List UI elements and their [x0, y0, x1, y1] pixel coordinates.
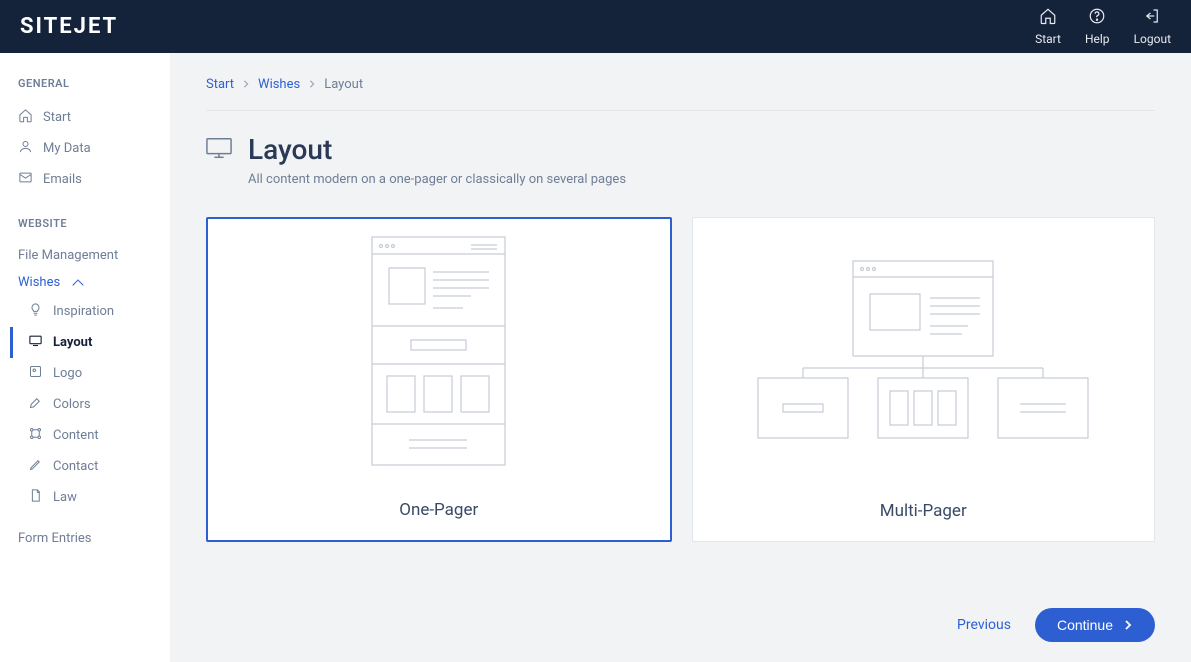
layout-options: One-Pager	[206, 217, 1155, 542]
previous-button[interactable]: Previous	[957, 617, 1011, 633]
sidebar-item-mydata[interactable]: My Data	[0, 133, 170, 164]
sidebar-item-label: Content	[53, 428, 99, 443]
continue-label: Continue	[1057, 617, 1113, 633]
sidebar-item-label: Emails	[43, 172, 82, 187]
home-icon	[1039, 7, 1057, 28]
sidebar-item-label: Inspiration	[53, 304, 114, 319]
logout-label: Logout	[1134, 32, 1171, 46]
sidebar-item-label: Law	[53, 490, 77, 505]
help-icon	[1088, 7, 1106, 28]
sidebar-item-label: File Management	[18, 248, 118, 263]
logo-icon	[28, 364, 43, 383]
sidebar-item-inspiration[interactable]: Inspiration	[10, 296, 170, 327]
breadcrumb-start[interactable]: Start	[206, 77, 234, 92]
sidebar-item-file-management[interactable]: File Management	[0, 242, 170, 269]
brand-logo: SITEJET	[20, 14, 118, 39]
sidebar-item-colors[interactable]: Colors	[10, 389, 170, 420]
sidebar-section-general: GENERAL	[0, 77, 170, 102]
start-label: Start	[1035, 32, 1061, 46]
pencil-icon	[28, 457, 43, 476]
option-one-pager[interactable]: One-Pager	[206, 217, 672, 542]
sidebar-item-label: Layout	[53, 335, 92, 350]
sidebar-item-label: My Data	[43, 141, 91, 156]
chevron-right-icon	[242, 77, 250, 92]
sidebar-item-label: Start	[43, 110, 71, 125]
sidebar-item-label: Form Entries	[18, 531, 92, 546]
wishes-submenu: Inspiration Layout Logo Colors	[0, 296, 170, 513]
page-subtitle: All content modern on a one-pager or cla…	[248, 172, 1155, 187]
continue-button[interactable]: Continue	[1035, 608, 1155, 642]
sidebar-item-contact[interactable]: Contact	[10, 451, 170, 482]
option-label: One-Pager	[399, 500, 478, 520]
wizard-footer: Previous Continue	[206, 578, 1155, 642]
multi-pager-illustration	[693, 218, 1155, 483]
sidebar-item-label: Wishes	[18, 275, 60, 290]
mail-icon	[18, 170, 33, 189]
main-content: Start Wishes Layout Layout All content m…	[170, 53, 1191, 662]
chevron-right-icon	[308, 77, 316, 92]
sidebar-item-content[interactable]: Content	[10, 420, 170, 451]
sidebar-item-logo[interactable]: Logo	[10, 358, 170, 389]
sidebar-item-law[interactable]: Law	[10, 482, 170, 513]
document-icon	[28, 488, 43, 507]
breadcrumb: Start Wishes Layout	[206, 77, 1155, 111]
help-action[interactable]: Help	[1085, 7, 1110, 46]
sidebar-item-layout[interactable]: Layout	[10, 327, 170, 358]
sidebar-item-form-entries[interactable]: Form Entries	[0, 525, 170, 552]
one-pager-illustration	[208, 219, 670, 482]
sidebar: GENERAL Start My Data Emails WEBSITE Fil…	[0, 53, 170, 662]
help-label: Help	[1085, 32, 1110, 46]
page-header: Layout	[206, 111, 1155, 166]
header-actions: Start Help Logout	[1035, 7, 1171, 46]
breadcrumb-wishes[interactable]: Wishes	[258, 77, 300, 92]
option-label: Multi-Pager	[880, 501, 967, 521]
sidebar-item-label: Colors	[53, 397, 91, 412]
content-icon	[28, 426, 43, 445]
sidebar-item-wishes[interactable]: Wishes	[0, 269, 170, 296]
lightbulb-icon	[28, 302, 43, 321]
sidebar-item-label: Logo	[53, 366, 82, 381]
user-icon	[18, 139, 33, 158]
page-title: Layout	[248, 133, 332, 166]
start-action[interactable]: Start	[1035, 7, 1061, 46]
chevron-up-icon	[73, 279, 84, 290]
logout-icon	[1143, 7, 1161, 28]
sidebar-item-label: Contact	[53, 459, 98, 474]
chevron-right-icon	[1123, 617, 1133, 633]
layout-icon	[206, 137, 232, 163]
sidebar-item-start[interactable]: Start	[0, 102, 170, 133]
sidebar-section-website: WEBSITE	[0, 217, 170, 242]
breadcrumb-current: Layout	[324, 77, 363, 92]
brush-icon	[28, 395, 43, 414]
layout-icon	[28, 333, 43, 352]
home-icon	[18, 108, 33, 127]
logout-action[interactable]: Logout	[1134, 7, 1171, 46]
app-header: SITEJET Start Help Logout	[0, 0, 1191, 53]
sidebar-item-emails[interactable]: Emails	[0, 164, 170, 195]
option-multi-pager[interactable]: Multi-Pager	[692, 217, 1156, 542]
